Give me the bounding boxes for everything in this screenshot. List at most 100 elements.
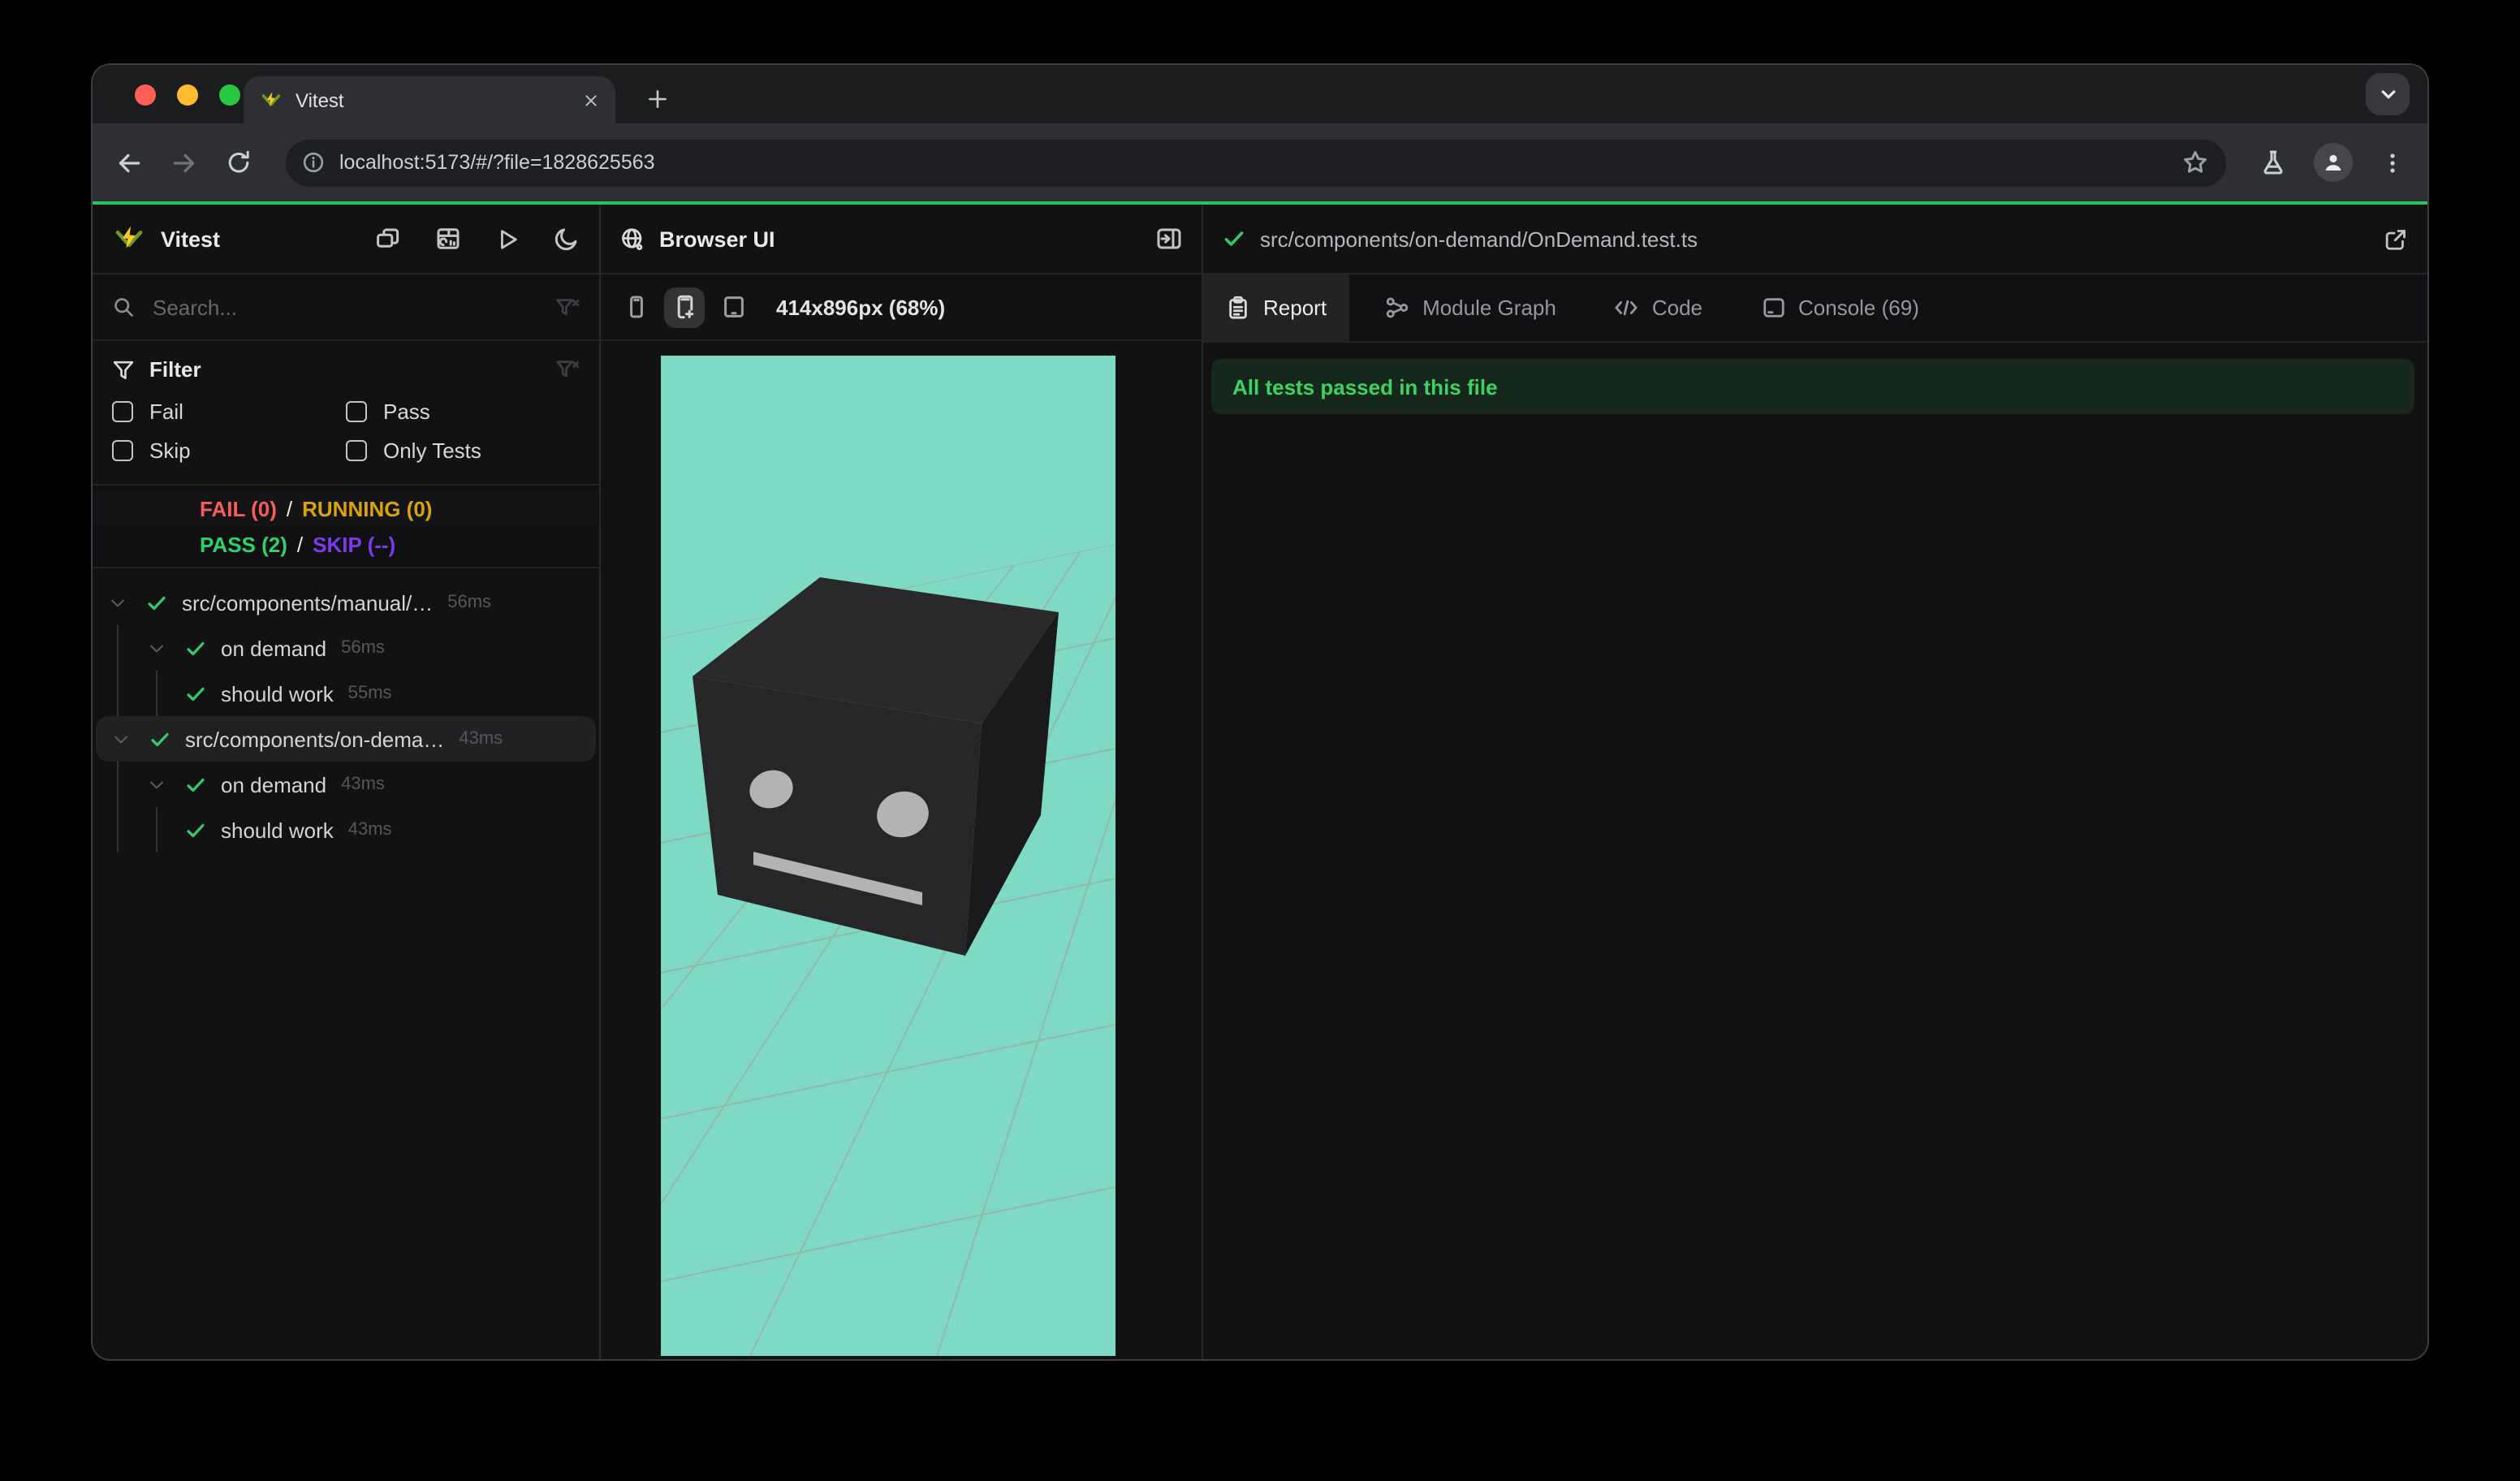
collapse-chevron-icon[interactable] [101,730,140,748]
open-in-editor-button[interactable] [2384,227,2408,251]
robot-cube-scene [661,544,1115,1356]
fail-checkbox[interactable] [112,401,133,422]
reload-icon [228,150,249,173]
browser-ui-header: Browser UI [601,205,1202,274]
funnel-icon [113,360,134,378]
browser-menu-button[interactable] [2380,150,2405,175]
collapse-chevron-icon[interactable] [136,639,175,657]
only-tests-checkbox[interactable] [346,440,367,461]
suite-name: on demand [221,636,327,660]
url-bar[interactable]: localhost:5173/#/?file=1828625563 [286,139,2226,186]
clear-search-filter-button[interactable] [555,295,580,319]
tree-row-file-selected[interactable]: src/components/on-dema… 43ms [96,716,596,762]
moon-icon [554,228,577,251]
clipboard-icon [1226,296,1250,320]
tree-row-file[interactable]: src/components/manual/… 56ms [93,580,599,625]
tab-console-label: Console (69) [1798,296,1919,320]
external-link-icon [2385,229,2406,249]
tab-module-graph-label: Module Graph [1422,296,1556,320]
dock-panel-button[interactable] [1156,226,1182,252]
plus-icon [649,90,667,108]
minimize-window-button[interactable] [177,84,198,106]
test-summary: FAIL (0) / RUNNING (0) PASS (2) / SKIP (… [93,486,599,568]
tab-module-graph[interactable]: Module Graph [1362,274,1579,341]
filter-option-fail: Fail [112,399,346,424]
pass-check-icon [175,683,214,704]
viewport-preset-small-phone[interactable] [615,287,656,327]
browser-toolbar: localhost:5173/#/?file=1828625563 [93,123,2427,201]
separator: / [296,532,304,556]
report-overview-button[interactable] [435,226,461,252]
windows-stack-icon [377,228,399,248]
forward-button[interactable] [170,149,198,176]
robot-cube [693,577,1059,956]
search-icon [114,298,133,317]
pass-label: Pass [383,399,430,424]
search-input[interactable] [149,293,541,321]
close-window-button[interactable] [135,84,156,106]
back-button[interactable] [115,149,143,176]
phone-small-icon [629,296,642,318]
experiments-button[interactable] [2260,149,2286,175]
pass-check-icon [1223,227,1245,250]
viewport-preset-tablet[interactable] [713,287,753,327]
collapse-chevron-icon[interactable] [97,594,136,611]
tree-row-suite[interactable]: on demand 43ms [93,762,599,807]
phone-plus-icon [676,295,693,319]
site-info-icon[interactable] [302,151,325,174]
bookmark-star-icon[interactable] [2182,149,2208,175]
all-tests-passed-banner: All tests passed in this file [1211,359,2414,414]
close-tab-icon[interactable] [583,92,599,108]
summary-row-fail-running: FAIL (0) / RUNNING (0) [93,490,599,526]
tab-report[interactable]: Report [1203,274,1350,341]
zoom-window-button[interactable] [219,84,240,106]
person-icon [2325,154,2341,171]
tested-app-viewport[interactable] [661,356,1115,1356]
pass-checkbox[interactable] [346,401,367,422]
report-header: src/components/on-demand/OnDemand.test.t… [1203,205,2427,274]
test-duration: 56ms [447,593,492,612]
fail-label: Fail [149,399,183,424]
tab-console[interactable]: Console (69) [1738,274,1942,341]
profile-button[interactable] [2314,143,2353,182]
dashboard-button[interactable] [375,226,401,252]
tablet-icon [723,296,743,317]
report-panel: src/components/on-demand/OnDemand.test.t… [1203,205,2427,1359]
tab-search-button[interactable] [2366,73,2410,115]
back-arrow-icon [119,153,140,172]
url-text: localhost:5173/#/?file=1828625563 [339,151,655,174]
test-file-name: src/components/manual/… [182,590,434,615]
globe-icon [622,227,643,250]
module-graph-icon [1385,296,1409,320]
app-name: Vitest [161,227,221,251]
separator: / [286,496,293,520]
reload-button[interactable] [226,149,252,175]
collapse-chevron-icon[interactable] [136,775,175,793]
filter-title: Filter [149,357,201,382]
test-duration: 43ms [341,775,385,794]
theme-toggle-button[interactable] [554,226,580,252]
pass-check-icon [175,637,214,658]
sidebar: Vitest Search... Filter Fail Pass Skip O… [93,205,601,1359]
browser-tab[interactable]: Vitest [244,76,615,123]
test-duration: 43ms [459,729,503,749]
filter-section: Filter Fail Pass Skip Only Tests [93,341,599,486]
skip-checkbox[interactable] [112,440,133,461]
run-all-button[interactable] [495,227,520,251]
new-tab-button[interactable] [638,80,677,119]
tree-row-test[interactable]: should work 55ms [93,671,599,716]
flask-icon [2263,150,2283,175]
funnel-x-icon [556,298,580,315]
viewport-preset-phone-plus[interactable] [664,287,705,327]
clear-filters-button[interactable] [555,357,580,382]
tab-code[interactable]: Code [1592,274,1725,341]
tab-title: Vitest [296,89,344,111]
tree-row-test[interactable]: should work 43ms [93,807,599,853]
filter-header: Filter [112,357,580,382]
summary-row-pass-skip: PASS (2) / SKIP (--) [93,526,599,562]
viewport-size-label: 414x896px (68%) [776,295,946,319]
filter-option-only-tests: Only Tests [346,438,580,463]
console-icon [1761,296,1785,320]
tree-row-suite[interactable]: on demand 56ms [93,625,599,671]
funnel-x-icon [556,361,580,378]
